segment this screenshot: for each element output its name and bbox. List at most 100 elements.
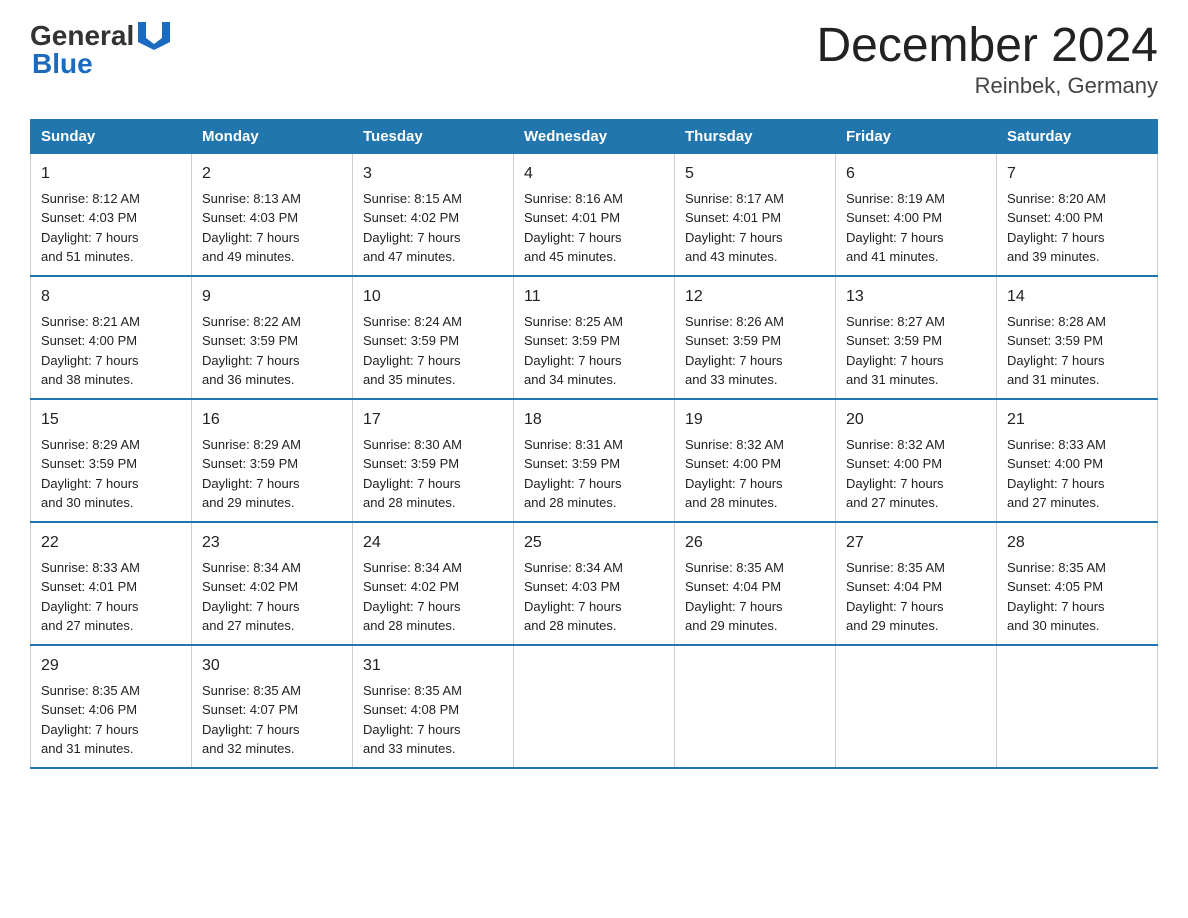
calendar-week-row-4: 22 Sunrise: 8:33 AM Sunset: 4:01 PM Dayl… bbox=[31, 522, 1158, 645]
col-monday: Monday bbox=[192, 119, 353, 153]
day-info: Sunrise: 8:33 AM Sunset: 4:01 PM Dayligh… bbox=[41, 560, 140, 634]
calendar-cell: 2 Sunrise: 8:13 AM Sunset: 4:03 PM Dayli… bbox=[192, 153, 353, 276]
calendar-cell: 13 Sunrise: 8:27 AM Sunset: 3:59 PM Dayl… bbox=[836, 276, 997, 399]
day-number: 19 bbox=[685, 408, 825, 432]
day-number: 16 bbox=[202, 408, 342, 432]
page-header: General Blue December 2024 Reinbek, Germ… bbox=[30, 20, 1158, 99]
calendar-week-row-2: 8 Sunrise: 8:21 AM Sunset: 4:00 PM Dayli… bbox=[31, 276, 1158, 399]
day-number: 13 bbox=[846, 285, 986, 309]
day-number: 7 bbox=[1007, 162, 1147, 186]
day-number: 17 bbox=[363, 408, 503, 432]
day-info: Sunrise: 8:21 AM Sunset: 4:00 PM Dayligh… bbox=[41, 314, 140, 388]
calendar-cell: 25 Sunrise: 8:34 AM Sunset: 4:03 PM Dayl… bbox=[514, 522, 675, 645]
day-info: Sunrise: 8:34 AM Sunset: 4:02 PM Dayligh… bbox=[363, 560, 462, 634]
day-number: 2 bbox=[202, 162, 342, 186]
calendar-cell: 28 Sunrise: 8:35 AM Sunset: 4:05 PM Dayl… bbox=[997, 522, 1158, 645]
title-block: December 2024 Reinbek, Germany bbox=[816, 20, 1158, 99]
day-info: Sunrise: 8:19 AM Sunset: 4:00 PM Dayligh… bbox=[846, 191, 945, 265]
day-number: 29 bbox=[41, 654, 181, 678]
day-number: 28 bbox=[1007, 531, 1147, 555]
page-title: December 2024 bbox=[816, 20, 1158, 73]
day-number: 3 bbox=[363, 162, 503, 186]
day-number: 18 bbox=[524, 408, 664, 432]
day-info: Sunrise: 8:31 AM Sunset: 3:59 PM Dayligh… bbox=[524, 437, 623, 511]
calendar-header-row: Sunday Monday Tuesday Wednesday Thursday… bbox=[31, 119, 1158, 153]
calendar-cell: 30 Sunrise: 8:35 AM Sunset: 4:07 PM Dayl… bbox=[192, 645, 353, 768]
day-number: 5 bbox=[685, 162, 825, 186]
day-number: 22 bbox=[41, 531, 181, 555]
calendar-cell: 9 Sunrise: 8:22 AM Sunset: 3:59 PM Dayli… bbox=[192, 276, 353, 399]
day-info: Sunrise: 8:24 AM Sunset: 3:59 PM Dayligh… bbox=[363, 314, 462, 388]
logo: General Blue bbox=[30, 20, 170, 80]
day-number: 1 bbox=[41, 162, 181, 186]
day-number: 27 bbox=[846, 531, 986, 555]
day-info: Sunrise: 8:35 AM Sunset: 4:05 PM Dayligh… bbox=[1007, 560, 1106, 634]
day-info: Sunrise: 8:35 AM Sunset: 4:04 PM Dayligh… bbox=[846, 560, 945, 634]
calendar-cell: 8 Sunrise: 8:21 AM Sunset: 4:00 PM Dayli… bbox=[31, 276, 192, 399]
day-info: Sunrise: 8:34 AM Sunset: 4:03 PM Dayligh… bbox=[524, 560, 623, 634]
calendar-cell: 31 Sunrise: 8:35 AM Sunset: 4:08 PM Dayl… bbox=[353, 645, 514, 768]
day-number: 21 bbox=[1007, 408, 1147, 432]
calendar-cell: 6 Sunrise: 8:19 AM Sunset: 4:00 PM Dayli… bbox=[836, 153, 997, 276]
day-number: 20 bbox=[846, 408, 986, 432]
calendar-cell: 18 Sunrise: 8:31 AM Sunset: 3:59 PM Dayl… bbox=[514, 399, 675, 522]
calendar-cell: 7 Sunrise: 8:20 AM Sunset: 4:00 PM Dayli… bbox=[997, 153, 1158, 276]
calendar-cell bbox=[836, 645, 997, 768]
calendar-cell: 23 Sunrise: 8:34 AM Sunset: 4:02 PM Dayl… bbox=[192, 522, 353, 645]
day-number: 6 bbox=[846, 162, 986, 186]
page-subtitle: Reinbek, Germany bbox=[816, 73, 1158, 99]
day-info: Sunrise: 8:35 AM Sunset: 4:04 PM Dayligh… bbox=[685, 560, 784, 634]
day-number: 30 bbox=[202, 654, 342, 678]
calendar-cell: 1 Sunrise: 8:12 AM Sunset: 4:03 PM Dayli… bbox=[31, 153, 192, 276]
day-number: 26 bbox=[685, 531, 825, 555]
calendar-cell: 15 Sunrise: 8:29 AM Sunset: 3:59 PM Dayl… bbox=[31, 399, 192, 522]
day-number: 23 bbox=[202, 531, 342, 555]
col-friday: Friday bbox=[836, 119, 997, 153]
day-number: 31 bbox=[363, 654, 503, 678]
day-number: 10 bbox=[363, 285, 503, 309]
day-info: Sunrise: 8:32 AM Sunset: 4:00 PM Dayligh… bbox=[846, 437, 945, 511]
day-info: Sunrise: 8:28 AM Sunset: 3:59 PM Dayligh… bbox=[1007, 314, 1106, 388]
calendar-cell: 4 Sunrise: 8:16 AM Sunset: 4:01 PM Dayli… bbox=[514, 153, 675, 276]
day-number: 14 bbox=[1007, 285, 1147, 309]
day-number: 9 bbox=[202, 285, 342, 309]
calendar-cell: 21 Sunrise: 8:33 AM Sunset: 4:00 PM Dayl… bbox=[997, 399, 1158, 522]
day-info: Sunrise: 8:20 AM Sunset: 4:00 PM Dayligh… bbox=[1007, 191, 1106, 265]
col-wednesday: Wednesday bbox=[514, 119, 675, 153]
day-info: Sunrise: 8:17 AM Sunset: 4:01 PM Dayligh… bbox=[685, 191, 784, 265]
day-info: Sunrise: 8:35 AM Sunset: 4:06 PM Dayligh… bbox=[41, 683, 140, 757]
calendar-cell: 24 Sunrise: 8:34 AM Sunset: 4:02 PM Dayl… bbox=[353, 522, 514, 645]
day-info: Sunrise: 8:35 AM Sunset: 4:08 PM Dayligh… bbox=[363, 683, 462, 757]
col-tuesday: Tuesday bbox=[353, 119, 514, 153]
calendar-week-row-1: 1 Sunrise: 8:12 AM Sunset: 4:03 PM Dayli… bbox=[31, 153, 1158, 276]
calendar-cell bbox=[514, 645, 675, 768]
calendar-cell: 11 Sunrise: 8:25 AM Sunset: 3:59 PM Dayl… bbox=[514, 276, 675, 399]
day-info: Sunrise: 8:35 AM Sunset: 4:07 PM Dayligh… bbox=[202, 683, 301, 757]
col-thursday: Thursday bbox=[675, 119, 836, 153]
logo-arrow-icon bbox=[138, 22, 170, 50]
day-number: 24 bbox=[363, 531, 503, 555]
day-number: 8 bbox=[41, 285, 181, 309]
calendar-week-row-3: 15 Sunrise: 8:29 AM Sunset: 3:59 PM Dayl… bbox=[31, 399, 1158, 522]
day-number: 11 bbox=[524, 285, 664, 309]
logo-blue-text: Blue bbox=[32, 48, 93, 79]
calendar-cell bbox=[997, 645, 1158, 768]
day-number: 4 bbox=[524, 162, 664, 186]
day-info: Sunrise: 8:15 AM Sunset: 4:02 PM Dayligh… bbox=[363, 191, 462, 265]
day-info: Sunrise: 8:13 AM Sunset: 4:03 PM Dayligh… bbox=[202, 191, 301, 265]
col-saturday: Saturday bbox=[997, 119, 1158, 153]
calendar-cell: 26 Sunrise: 8:35 AM Sunset: 4:04 PM Dayl… bbox=[675, 522, 836, 645]
calendar-cell: 12 Sunrise: 8:26 AM Sunset: 3:59 PM Dayl… bbox=[675, 276, 836, 399]
calendar-cell bbox=[675, 645, 836, 768]
day-info: Sunrise: 8:33 AM Sunset: 4:00 PM Dayligh… bbox=[1007, 437, 1106, 511]
day-number: 25 bbox=[524, 531, 664, 555]
calendar-cell: 10 Sunrise: 8:24 AM Sunset: 3:59 PM Dayl… bbox=[353, 276, 514, 399]
day-info: Sunrise: 8:27 AM Sunset: 3:59 PM Dayligh… bbox=[846, 314, 945, 388]
day-number: 12 bbox=[685, 285, 825, 309]
day-info: Sunrise: 8:16 AM Sunset: 4:01 PM Dayligh… bbox=[524, 191, 623, 265]
day-info: Sunrise: 8:12 AM Sunset: 4:03 PM Dayligh… bbox=[41, 191, 140, 265]
day-info: Sunrise: 8:26 AM Sunset: 3:59 PM Dayligh… bbox=[685, 314, 784, 388]
calendar-cell: 20 Sunrise: 8:32 AM Sunset: 4:00 PM Dayl… bbox=[836, 399, 997, 522]
day-info: Sunrise: 8:29 AM Sunset: 3:59 PM Dayligh… bbox=[41, 437, 140, 511]
day-info: Sunrise: 8:25 AM Sunset: 3:59 PM Dayligh… bbox=[524, 314, 623, 388]
